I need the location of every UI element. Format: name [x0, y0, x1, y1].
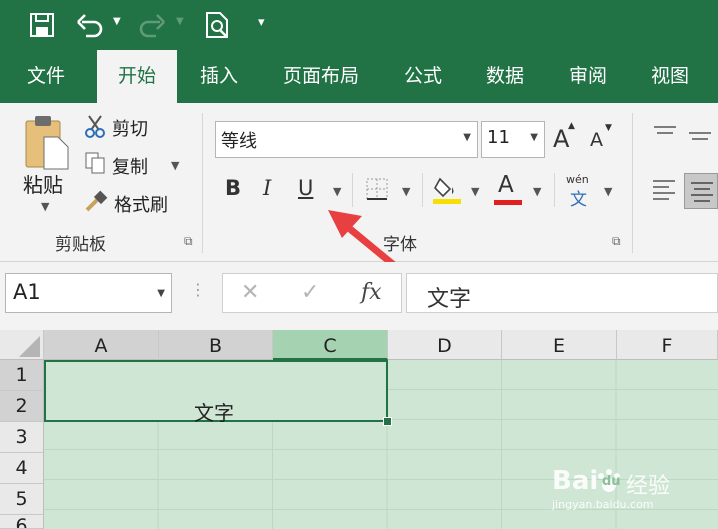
cut-icon[interactable]	[84, 114, 106, 138]
formula-content: 文字	[427, 287, 472, 312]
cut-button[interactable]: 剪切	[112, 115, 148, 141]
font-name-combo[interactable]: 等线 ▼	[215, 121, 478, 158]
cell-text: 文字	[194, 401, 234, 425]
tab-insert[interactable]: 插入	[186, 50, 252, 103]
chevron-down-icon[interactable]: ▼	[463, 132, 471, 143]
increase-font-size-button[interactable]: A	[553, 125, 569, 153]
chevron-down-icon[interactable]: ▼	[157, 288, 165, 299]
watermark-brand-suffix: du	[602, 474, 621, 489]
column-header-d[interactable]: D	[388, 330, 502, 360]
fill-color-dropdown-icon[interactable]: ▼	[471, 185, 479, 198]
font-color-swatch	[494, 200, 522, 205]
column-header-b[interactable]: B	[159, 330, 273, 360]
save-icon[interactable]	[30, 13, 54, 37]
paste-button[interactable]: 粘贴	[23, 169, 63, 198]
divider	[202, 113, 203, 253]
watermark: Bai du 经验 jingyan.baidu.com	[552, 466, 712, 514]
font-name-value: 等线	[221, 131, 257, 152]
undo-dropdown-icon[interactable]: ▼	[113, 16, 121, 27]
copy-button[interactable]: 复制	[112, 153, 148, 179]
print-preview-icon[interactable]	[205, 11, 231, 39]
font-size-value: 11	[487, 127, 510, 148]
decrease-icon: ▼	[605, 123, 612, 133]
redo-dropdown-icon: ▼	[176, 16, 184, 27]
decrease-font-size-button[interactable]: A	[590, 129, 603, 151]
select-all-corner[interactable]	[0, 330, 44, 360]
increase-icon: ▲	[568, 121, 575, 131]
formula-bar-area: A1 ▼ ⋮ ✕ ✓ fx 文字	[0, 262, 718, 330]
font-size-combo[interactable]: 11 ▼	[481, 121, 545, 158]
bold-button[interactable]: B	[225, 176, 241, 200]
underline-dropdown-icon[interactable]: ▼	[333, 185, 341, 198]
resize-handle-icon[interactable]: ⋮	[190, 280, 206, 299]
cancel-icon[interactable]: ✕	[241, 280, 259, 305]
paste-dropdown-icon[interactable]: ▼	[41, 200, 49, 213]
align-center-icon	[691, 182, 713, 202]
formula-buttons: ✕ ✓ fx	[222, 273, 402, 313]
tab-home[interactable]: 开始	[97, 50, 177, 103]
row-header-4[interactable]: 4	[0, 453, 44, 484]
tab-review[interactable]: 审阅	[555, 50, 621, 103]
redo-icon[interactable]	[138, 12, 166, 38]
quick-access-toolbar: ▼ ▼ ▾	[0, 0, 718, 50]
align-top-icon[interactable]	[653, 125, 677, 141]
font-launcher-icon[interactable]: ⧉	[612, 234, 621, 249]
paste-icon[interactable]	[24, 113, 72, 171]
row-header-2[interactable]: 2	[0, 391, 44, 422]
tab-file[interactable]: 文件	[10, 50, 82, 103]
name-box[interactable]: A1 ▼	[5, 273, 172, 313]
align-left-icon[interactable]	[651, 177, 677, 203]
format-painter-button[interactable]: 格式刷	[114, 191, 168, 217]
chevron-down-icon[interactable]: ▼	[530, 132, 538, 143]
font-color-button[interactable]: A	[498, 172, 514, 198]
phonetic-dropdown-icon[interactable]: ▼	[604, 185, 612, 198]
watermark-product: 经验	[626, 474, 671, 499]
divider	[632, 113, 633, 253]
clipboard-launcher-icon[interactable]: ⧉	[184, 234, 193, 249]
divider	[422, 173, 423, 207]
align-middle-icon[interactable]	[688, 129, 712, 145]
undo-icon[interactable]	[76, 12, 104, 38]
tab-data[interactable]: 数据	[472, 50, 538, 103]
copy-icon[interactable]	[84, 151, 106, 175]
format-painter-icon[interactable]	[84, 190, 108, 214]
watermark-brand: Bai	[552, 466, 599, 496]
worksheet-grid[interactable]: A B C D E F 1 2 3 4 5 6 文字 Bai du 经验 jin…	[0, 330, 718, 529]
tab-formulas[interactable]: 公式	[390, 50, 456, 103]
column-header-c[interactable]: C	[273, 330, 388, 360]
row-header-5[interactable]: 5	[0, 484, 44, 515]
merged-selection-a1-c2[interactable]: 文字	[44, 360, 388, 425]
ribbon: 粘贴 ▼ 剪切 复制 ▼ 格式刷 剪贴板 ⧉ 等线 ▼ 11 ▼ A ▲ A ▼…	[0, 103, 718, 284]
column-header-a[interactable]: A	[44, 330, 159, 360]
column-header-f[interactable]: F	[617, 330, 718, 360]
phonetic-guide-button[interactable]: 文	[570, 185, 587, 210]
enter-icon[interactable]: ✓	[301, 280, 319, 305]
fill-color-icon[interactable]	[432, 173, 462, 205]
row-header-6[interactable]: 6	[0, 515, 44, 529]
italic-button[interactable]: I	[263, 176, 271, 200]
row-header-3[interactable]: 3	[0, 422, 44, 453]
customize-toolbar-icon[interactable]: ▾	[258, 15, 265, 30]
insert-function-button[interactable]: fx	[361, 280, 382, 305]
copy-dropdown-icon[interactable]: ▼	[171, 159, 179, 172]
watermark-url: jingyan.baidu.com	[552, 498, 654, 511]
name-box-value: A1	[13, 280, 41, 304]
ribbon-tab-bar: 文件 开始 插入 页面布局 公式 数据 审阅 视图	[0, 50, 718, 103]
tab-page-layout[interactable]: 页面布局	[268, 50, 374, 103]
column-header-e[interactable]: E	[502, 330, 617, 360]
tab-view[interactable]: 视图	[637, 50, 703, 103]
clipboard-group-label: 剪贴板	[55, 235, 106, 255]
font-color-dropdown-icon[interactable]: ▼	[533, 185, 541, 198]
formula-input[interactable]: 文字	[406, 273, 718, 313]
divider	[554, 173, 555, 207]
underline-button[interactable]: U	[298, 176, 313, 200]
align-center-button[interactable]	[684, 173, 718, 209]
row-header-1[interactable]: 1	[0, 360, 44, 391]
border-dropdown-icon[interactable]: ▼	[402, 185, 410, 198]
fill-handle[interactable]	[383, 417, 392, 426]
